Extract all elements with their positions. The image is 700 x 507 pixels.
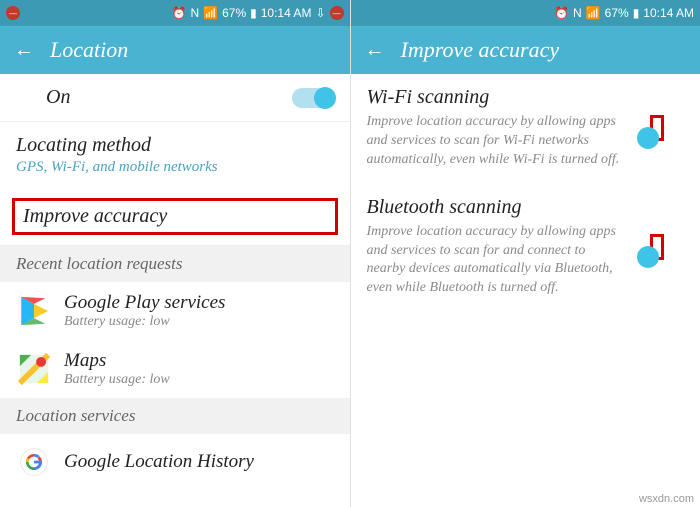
play-services-sub: Battery usage: low [64,314,225,330]
improve-accuracy-label: Improve accuracy [23,205,167,227]
app-badge-icon: — [6,6,20,20]
highlight-box [650,115,664,141]
location-history-row[interactable]: Google Location History [0,434,350,490]
back-icon[interactable]: ← [14,39,34,62]
improve-accuracy-row[interactable]: Improve accuracy [0,188,350,246]
page-title: Improve accuracy [401,37,560,63]
wifi-scanning-desc: Improve location accuracy by allowing ap… [367,113,621,170]
status-bar: ⏰ N 📶 67% ▮ 10:14 AM [351,0,700,26]
clock: 10:14 AM [643,6,694,20]
alarm-icon: ⏰ [554,6,569,20]
locating-method-subtitle: GPS, Wi-Fi, and mobile networks [16,159,218,176]
play-services-title: Google Play services [64,292,225,314]
battery-icon: ▮ [633,6,640,20]
wifi-scanning-title: Wi-Fi scanning [367,86,621,109]
bluetooth-scanning-row[interactable]: Bluetooth scanning Improve location accu… [351,184,700,313]
highlight-box: Improve accuracy [12,198,338,235]
locating-method-title: Locating method [16,134,151,157]
battery-icon: ▮ [250,6,257,20]
alarm-icon: ⏰ [172,6,187,20]
locating-method-row[interactable]: Locating method GPS, Wi-Fi, and mobile n… [0,122,350,188]
battery-text: 67% [605,6,629,20]
bluetooth-scanning-title: Bluetooth scanning [367,196,621,219]
play-services-row[interactable]: Google Play services Battery usage: low [0,282,350,340]
nfc-icon: N [573,6,582,20]
nfc-icon: N [190,6,199,20]
location-toggle[interactable] [292,88,334,108]
dropbox-icon: ⇩ [315,6,325,20]
back-icon[interactable]: ← [365,39,385,62]
play-services-icon [16,293,52,329]
maps-sub: Battery usage: low [64,372,170,388]
google-icon [16,444,52,480]
on-label: On [16,86,70,109]
location-master-toggle-row[interactable]: On [0,74,350,122]
location-screen: — ⏰ N 📶 67% ▮ 10:14 AM ⇩ — ← Location On… [0,0,351,507]
app-bar: ← Location [0,26,350,74]
maps-title: Maps [64,350,170,372]
signal-icon: 📶 [586,6,601,20]
maps-icon [16,351,52,387]
page-title: Location [50,37,128,63]
signal-icon: 📶 [203,6,218,20]
location-services-header: Location services [0,398,350,434]
app-bar: ← Improve accuracy [351,26,700,74]
app-badge-icon: — [330,6,344,20]
improve-accuracy-screen: ⏰ N 📶 67% ▮ 10:14 AM ← Improve accuracy … [351,0,700,507]
status-bar: — ⏰ N 📶 67% ▮ 10:14 AM ⇩ — [0,0,350,26]
battery-text: 67% [222,6,246,20]
recent-location-header: Recent location requests [0,246,350,282]
maps-row[interactable]: Maps Battery usage: low [0,340,350,398]
location-history-title: Google Location History [64,451,254,473]
bluetooth-scanning-desc: Improve location accuracy by allowing ap… [367,223,621,299]
highlight-box [650,234,664,260]
watermark: wsxdn.com [639,493,694,505]
clock: 10:14 AM [261,6,312,20]
wifi-scanning-row[interactable]: Wi-Fi scanning Improve location accuracy… [351,74,700,184]
